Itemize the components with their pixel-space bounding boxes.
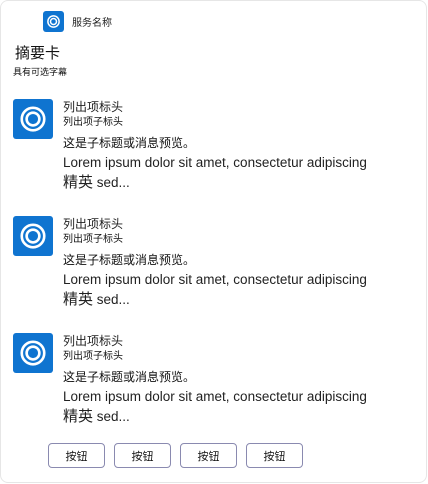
item-list: 列出项标头 列出项子标头 这是子标题或消息预览。 Lorem ipsum dol… [13,99,423,450]
list-item-heading: 列出项标头 [63,100,124,114]
list-item[interactable]: 列出项标头 列出项子标头 这是子标题或消息预览。 Lorem ipsum dol… [13,216,423,333]
card-subtitle: 具有可选字幕 [13,68,68,78]
action-button-4[interactable]: 按钮 [246,443,303,468]
summary-card: 服务名称 摘要卡 具有可选字幕 列出项标头 列出项子标头 这是子标题或消息预览。… [0,0,427,483]
action-button-3[interactable]: 按钮 [180,443,237,468]
app-ring-icon [13,216,53,256]
list-item-body-continued: 精英 sed... [63,173,423,193]
body-ellipsis-text: sed... [93,175,130,190]
list-item-body-continued: 精英 sed... [63,407,423,427]
list-item-body: Lorem ipsum dolor sit amet, consectetur … [63,272,367,287]
list-item-text: 列出项标头 列出项子标头 这是子标题或消息预览。 Lorem ipsum dol… [63,99,423,193]
list-item-body: Lorem ipsum dolor sit amet, consectetur … [63,389,367,404]
body-cn-text: 精英 [63,408,94,425]
list-item-body: Lorem ipsum dolor sit amet, consectetur … [63,155,367,170]
list-item-subheading: 列出项子标头 [63,117,123,128]
list-item-text: 列出项标头 列出项子标头 这是子标题或消息预览。 Lorem ipsum dol… [63,216,423,310]
service-header: 服务名称 [43,10,112,32]
app-ring-icon [43,10,64,32]
action-button-1[interactable]: 按钮 [48,443,105,468]
list-item[interactable]: 列出项标头 列出项子标头 这是子标题或消息预览。 Lorem ipsum dol… [13,333,423,450]
app-ring-icon [13,99,53,139]
body-cn-text: 精英 [63,291,94,308]
list-item-text: 列出项标头 列出项子标头 这是子标题或消息预览。 Lorem ipsum dol… [63,333,423,427]
list-item-preview: 这是子标题或消息预览。 [63,370,196,384]
list-item-heading: 列出项标头 [63,334,124,348]
list-item-subheading: 列出项子标头 [63,351,123,362]
action-buttons: 按钮 按钮 按钮 按钮 [48,443,303,468]
card-title: 摘要卡 [15,44,61,62]
body-ellipsis-text: sed... [93,292,130,307]
list-item[interactable]: 列出项标头 列出项子标头 这是子标题或消息预览。 Lorem ipsum dol… [13,99,423,216]
action-button-2[interactable]: 按钮 [114,443,171,468]
list-item-heading: 列出项标头 [63,217,124,231]
body-cn-text: 精英 [63,174,94,191]
app-ring-icon [13,333,53,373]
list-item-preview: 这是子标题或消息预览。 [63,253,196,267]
service-name: 服务名称 [72,17,112,29]
list-item-body-continued: 精英 sed... [63,290,423,310]
list-item-subheading: 列出项子标头 [63,234,123,245]
body-ellipsis-text: sed... [93,409,130,424]
list-item-preview: 这是子标题或消息预览。 [63,136,196,150]
